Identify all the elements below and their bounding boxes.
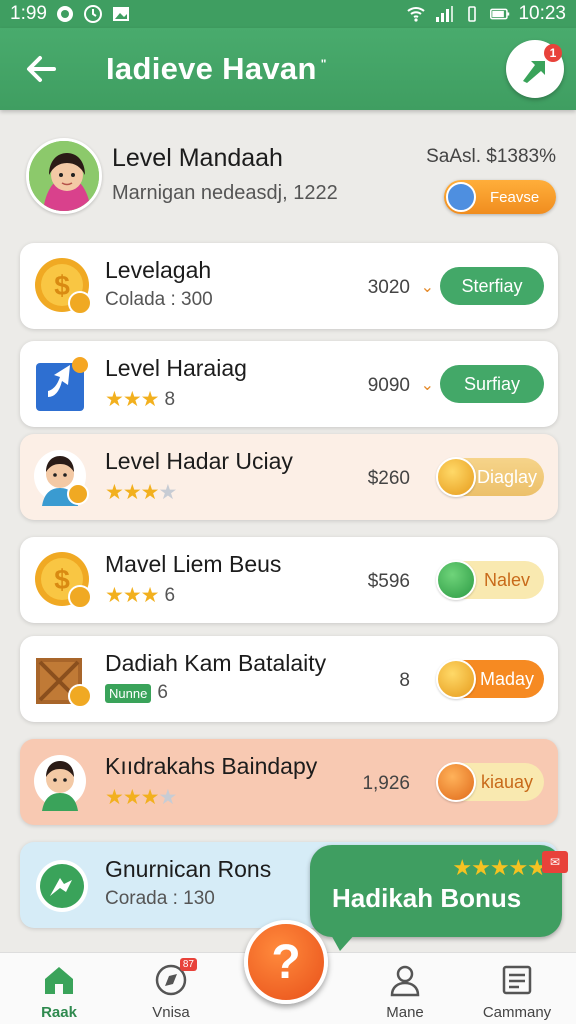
card-subtitle: ★★★ 8 xyxy=(105,388,176,411)
card-action-button[interactable]: Surfiay xyxy=(440,365,544,403)
mail-icon: ✉ xyxy=(542,851,568,873)
card-value: 9090 xyxy=(367,375,410,396)
feature-button-label: Feavse xyxy=(490,188,540,206)
nav-label: Raak xyxy=(41,1004,77,1021)
nav-item-explore[interactable]: 87 Vnisa xyxy=(126,953,216,1024)
list-icon xyxy=(499,962,535,998)
card-subtitle: Colada : 300 xyxy=(105,289,213,310)
profile-balance: SaAsl. $1383% xyxy=(426,146,556,167)
bonus-button[interactable]: ★★★★★ Hadikah Bonus ✉ xyxy=(310,845,568,951)
home-icon xyxy=(41,962,77,998)
vibrate-icon xyxy=(462,4,482,24)
chevron-down-icon[interactable]: ⌄ xyxy=(421,277,434,297)
gem-icon xyxy=(436,457,476,497)
card-title: Level Hadar Uciay xyxy=(105,448,293,474)
svg-text:$: $ xyxy=(54,270,70,301)
nav-label: Mane xyxy=(386,1004,424,1021)
clock-icon xyxy=(83,4,103,24)
card-action-button[interactable]: Diaglay xyxy=(436,457,544,497)
back-arrow-icon xyxy=(27,56,56,82)
compass-icon: 87 xyxy=(153,958,197,998)
list-item[interactable]: $ Mavel Liem Beus ★★★ 6 $596 Nalev xyxy=(20,537,558,623)
status-badge: Nunne xyxy=(105,683,152,703)
gem-icon xyxy=(436,762,476,802)
card-title: Mavel Liem Beus xyxy=(105,551,282,577)
app-bar: Iadieve Havan " 1 xyxy=(0,28,576,110)
star-rating: ★★★★ xyxy=(105,786,177,809)
profile-header: Level Mandaah Marnigan nedeasdj, 1222 Sa… xyxy=(0,120,576,230)
card-subtitle: ★★★ 6 xyxy=(105,584,176,607)
record-icon xyxy=(55,4,75,24)
card-value: $260 xyxy=(367,468,410,489)
coin-icon: $ xyxy=(32,255,94,317)
nav-badge: 87 xyxy=(179,958,197,971)
avatar[interactable] xyxy=(26,138,102,214)
kid-avatar-icon xyxy=(32,446,94,508)
status-bar: 1:99 10:23 xyxy=(0,0,576,28)
star-rating: ★★★★ xyxy=(105,481,177,504)
signal-icon xyxy=(434,4,454,24)
card-title: Levelagah xyxy=(105,257,212,283)
kid-avatar-icon xyxy=(32,751,94,813)
title-mark: " xyxy=(320,56,327,71)
list-item[interactable]: Level Hadar Uciay ★★★★ $260 Diaglay xyxy=(20,434,558,520)
status-time-right: 10:23 xyxy=(518,3,566,24)
coin-icon: $ xyxy=(32,549,94,611)
card-title: Gnurnican Rons xyxy=(105,856,272,882)
card-value: $596 xyxy=(367,571,410,592)
list-item[interactable]: Level Haraiag ★★★ 8 9090 ⌄ Surfiay xyxy=(20,341,558,427)
card-subtitle: ★★★★ xyxy=(105,480,177,505)
card-action-button[interactable]: kiauay xyxy=(436,762,544,802)
card-subtitle: Nunne 6 xyxy=(105,682,168,704)
star-rating: ★★★ xyxy=(105,388,159,411)
status-time: 1:99 xyxy=(10,3,47,24)
svg-text:$: $ xyxy=(54,564,70,595)
list-item[interactable]: $ Levelagah Colada : 300 3020 ⌄ Sterfiay xyxy=(20,243,558,329)
wifi-icon xyxy=(406,4,426,24)
person-icon xyxy=(387,962,423,998)
smiley-icon xyxy=(446,182,476,212)
star-rating: ★★★★★ xyxy=(452,855,547,880)
card-subtitle: Corada : 130 xyxy=(105,888,215,909)
profile-name: Level Mandaah xyxy=(112,144,283,172)
image-icon xyxy=(111,4,131,24)
battery-icon xyxy=(490,4,510,24)
nav-item-profile[interactable]: Mane xyxy=(360,953,450,1024)
chevron-down-icon[interactable]: ⌄ xyxy=(421,375,434,395)
card-action-button[interactable]: Nalev xyxy=(436,560,544,600)
card-action-button[interactable]: Maday xyxy=(436,659,544,699)
share-icon xyxy=(32,854,94,916)
list-item[interactable]: Dadiah Kam Batalaity Nunne 6 8 Maday xyxy=(20,636,558,722)
notification-badge: 1 xyxy=(544,44,562,62)
crate-icon xyxy=(32,648,94,710)
bonus-label: Hadikah Bonus xyxy=(332,883,522,913)
nav-label: Cammany xyxy=(482,1004,552,1021)
star-rating: ★★★ xyxy=(105,584,159,607)
page-title: Iadieve Havan " xyxy=(106,51,327,86)
card-value: 1,926 xyxy=(362,773,410,794)
back-button[interactable] xyxy=(16,44,66,94)
card-value: 8 xyxy=(399,670,410,691)
nav-label: Vnisa xyxy=(152,1004,190,1021)
profile-subtitle: Marnigan nedeasdj, 1222 xyxy=(112,182,338,204)
girl-avatar-icon xyxy=(29,141,99,211)
nav-item-home[interactable]: Raak xyxy=(14,953,104,1024)
feature-button[interactable]: Feavse xyxy=(444,180,556,214)
gem-icon xyxy=(436,659,476,699)
card-action-button[interactable]: Sterfiay xyxy=(440,267,544,305)
card-title: Kııdrakahs Baindapy xyxy=(105,753,318,779)
card-title: Dadiah Kam Batalaity xyxy=(105,650,327,676)
card-value: 3020 xyxy=(367,277,410,298)
list-item[interactable]: Kııdrakahs Baindapy ★★★★ 1,926 kiauay xyxy=(20,739,558,825)
nav-item-company[interactable]: Cammany xyxy=(472,953,562,1024)
boost-icon xyxy=(32,353,94,415)
card-title: Level Haraiag xyxy=(105,355,247,381)
share-button[interactable]: 1 xyxy=(506,40,564,98)
help-button[interactable]: ? xyxy=(244,920,328,1004)
gem-icon xyxy=(436,560,476,600)
card-subtitle: ★★★★ xyxy=(105,785,177,810)
